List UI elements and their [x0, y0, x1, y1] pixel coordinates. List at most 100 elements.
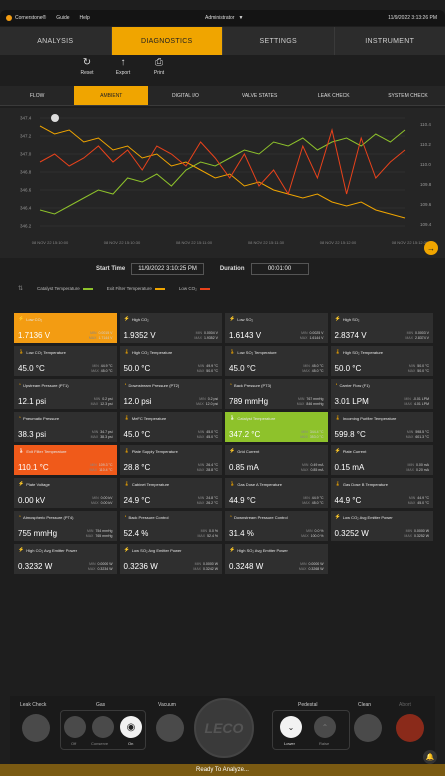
sensor-tile[interactable]: 🌡 High CO₂ Temperature 50.0 °C MIN 49.9 °C MA… [119, 346, 222, 376]
sensor-tile[interactable]: ⚡ Plate Voltage 0.00 kV MIN 0.00 kV MAX 0.00 k… [14, 478, 117, 508]
sensor-tile[interactable]: ◔ Back Pressure Control 52.4 % MIN 0.0 % MAX 5… [119, 511, 222, 541]
sensor-label: Back Pressure (PT3) [234, 382, 272, 388]
sensor-tile[interactable]: ◔ Atmospheric Pressure (PT4) 755 mmHg MIN 75… [14, 511, 117, 541]
sensor-tile[interactable]: 🌡 Low SO₂ Temperature 45.0 °C MIN 45.0 °C MAX… [225, 346, 328, 376]
sensor-name: 🌡 High SO₂ Temperature [335, 349, 430, 355]
clean-button[interactable] [354, 714, 382, 742]
subtab-digital-io[interactable]: DIGITAL I/O [148, 86, 222, 105]
tab-settings[interactable]: SETTINGS [223, 27, 335, 55]
min-label: MIN [197, 430, 205, 434]
duration-field[interactable]: 00:01:00 [250, 263, 309, 275]
min-value: 44.9 °C [100, 364, 113, 368]
sensor-value: 45.0 °C [18, 364, 45, 373]
tab-instrument[interactable]: INSTRUMENT [335, 27, 445, 55]
x-tick-label: 08 NOV 22 15:10:00 [31, 240, 69, 245]
legend-label: Low CO₂ [178, 286, 197, 291]
guide-link[interactable]: Guide [56, 15, 69, 21]
sensor-label: Incoming Purifier Temperature [342, 415, 397, 421]
abort-button[interactable] [396, 714, 424, 742]
cornerstone-logo-icon [6, 15, 12, 21]
raise-button[interactable]: ⌃ [314, 716, 336, 738]
tab-diagnostics[interactable]: DIAGNOSTICS [111, 27, 223, 55]
sensor-name: 🌡 Low CO₂ Temperature [18, 349, 113, 355]
sensor-tile[interactable]: ⚡ Plate Current 0.15 mA MIN 0.00 mA MAX 0.20 m… [330, 445, 433, 475]
sensor-tile[interactable]: ⚡ High SO₂ Avg Emitter Power 0.3248 W MIN 0.… [225, 544, 328, 574]
sensor-tile[interactable]: 🌡 Gas Dose B Temperature 44.9 °C MIN 44.9 °C… [330, 478, 433, 508]
subtab-flow[interactable]: FLOW [0, 86, 74, 105]
export-button[interactable]: ↑ Export [112, 58, 134, 77]
sensor-tile[interactable]: 🌡 High SO₂ Temperature 50.0 °C MIN 50.0 °C MA… [330, 346, 433, 376]
sensor-tile[interactable]: 🌡 MeFC Temperature 45.0 °C MIN 45.0 °C MAX 45.… [119, 412, 222, 442]
sensor-tile[interactable]: ⚡ High SO₂ 2.8374 V MIN 0.0003 V MAX 2.8374 V [330, 313, 433, 343]
therm-icon: 🌡 [18, 448, 25, 454]
sensor-tile[interactable]: ⚡ High CO₂ Avg Emitter Power 0.3232 W MIN 0.… [14, 544, 117, 574]
sensor-value: 0.3248 W [229, 562, 264, 571]
sensor-label: Plate Supply Temperature [131, 448, 178, 454]
sensor-tile[interactable]: ◔ Upstream Pressure (PT1) 12.1 psi MIN 0.2 p… [14, 379, 117, 409]
sensor-minmax: MIN 0.2 psi MAX 12.0 psi [196, 397, 218, 406]
sensor-value: 3.01 LPM [334, 397, 369, 406]
tab-analysis[interactable]: ANALYSIS [0, 27, 112, 55]
min-label: MIN [92, 364, 99, 368]
min-label: MIN [404, 397, 411, 401]
legend-item[interactable]: Exit Filter Temperature [107, 286, 165, 291]
sensor-tile[interactable]: 🌡 Gas Dose A Temperature 44.9 °C MIN 44.9 °C… [225, 478, 328, 508]
sensor-label: Low CO₂ Temperature [26, 349, 66, 355]
sensor-tile[interactable]: 🌡 Plate Supply Temperature 28.8 °C MIN 26.4 … [119, 445, 222, 475]
sensor-tile[interactable]: 🌡 Catalyst Temperature 347.2 °C MIN 344.4 °C… [225, 412, 328, 442]
legend-item[interactable]: Low CO₂ [179, 286, 210, 291]
legend-item[interactable]: Catalyst Temperature [37, 286, 93, 291]
sensor-tile[interactable]: ◔ Carrier Flow (F1) 3.01 LPM MIN -0.01 LPM MA… [330, 379, 433, 409]
max-value: 50.0 °C [206, 368, 218, 373]
min-value: 0.2 psi [102, 397, 113, 401]
subtab-system-check[interactable]: SYSTEM CHECK [371, 86, 445, 105]
chart-next-button[interactable]: → [424, 241, 438, 255]
sensor-tile[interactable]: ◔ Pneumatic Pressure 38.3 psi MIN 34.7 psi MA… [14, 412, 117, 442]
help-link[interactable]: Help [80, 15, 90, 21]
reset-button[interactable]: ↻ Reset [76, 58, 98, 77]
leak-check-button[interactable] [22, 714, 50, 742]
gas-off-button[interactable] [64, 716, 86, 738]
min-label: MIN [197, 364, 205, 368]
max-value: 765 mmHg [95, 533, 113, 538]
gas-on-button[interactable]: ◉ [120, 716, 142, 738]
sensor-value: 755 mmHg [18, 529, 58, 538]
sensor-name: 🌡 Gas Dose B Temperature [335, 481, 430, 487]
sensor-tile[interactable]: ◔ Back Pressure (PT3) 789 mmHg MIN 767 mmHg M… [225, 379, 328, 409]
y-tick-label: 346.2 [20, 224, 32, 229]
subtab-ambient[interactable]: AMBIENT [74, 86, 149, 105]
min-label: MIN [86, 529, 94, 533]
notification-bell-icon[interactable]: 🔔 [423, 750, 437, 764]
sensor-label: Grid Current [237, 448, 260, 454]
sensor-tile[interactable]: 🌡 Incoming Purifier Temperature 599.8 °C MI… [330, 412, 433, 442]
subtab-valve-states[interactable]: VALVE STATES [223, 86, 297, 105]
legend-drag-icon[interactable]: ⇅ [18, 285, 23, 292]
max-label: MAX [90, 434, 99, 439]
sensor-tile[interactable]: ⚡ Low CO₂ Avg Emitter Power 0.3252 W MIN 0.0… [330, 511, 433, 541]
start-time-field[interactable]: 11/9/2022 3:10:25 PM [131, 263, 204, 275]
sensor-tile[interactable]: 🌡 Exit Filter Temperature 110.1 °C MIN 109.3… [14, 445, 117, 475]
sensor-tile[interactable]: ◔ Downstream Pressure (PT2) 12.0 psi MIN 0.2… [119, 379, 222, 409]
gas-conserve-button[interactable] [92, 716, 114, 738]
sensor-tile[interactable]: ⚡ Low CO₂ 1.7136 V MIN 0.0015 V MAX 1.7144 V [14, 313, 117, 343]
vacuum-button[interactable] [156, 714, 184, 742]
sensor-tile[interactable]: 🌡 Cabinet Temperature 24.9 °C MIN 24.8 °C MAX… [119, 478, 222, 508]
print-button[interactable]: ⎙ Print [148, 58, 170, 77]
sensor-tile[interactable]: ⚡ Low SO₂ Avg Emitter Power 0.3236 W MIN 0.0… [119, 544, 222, 574]
ambient-chart[interactable]: 347.4 347.2 347.0 346.8 346.6 346.4 346.2 110.4… [0, 108, 445, 258]
leco-analyze-button[interactable]: LECO [194, 698, 254, 758]
max-value: 38.3 psi [100, 434, 113, 439]
sensor-tile[interactable]: ⚡ Grid Current 0.85 mA MIN 0.49 mA MAX 0.85 mA [225, 445, 328, 475]
sensor-minmax: MIN 26.4 °C MAX 28.8 °C [197, 463, 218, 472]
sensor-value: 0.3232 W [18, 562, 53, 571]
max-label: MAX [91, 368, 99, 373]
sensor-tile[interactable]: ◔ Downstream Pressure Control 31.4 % MIN 0.0… [225, 511, 328, 541]
chart-cursor-handle[interactable] [51, 114, 59, 122]
subtab-leak-check[interactable]: LEAK CHECK [297, 86, 371, 105]
sensor-tile[interactable]: ⚡ High CO₂ 1.9352 V MIN 0.0004 V MAX 1.9352 V [119, 313, 222, 343]
lower-button[interactable]: ⌄ [280, 716, 302, 738]
max-label: MAX [89, 467, 98, 472]
user-menu[interactable]: Administrator ▼ [205, 15, 243, 21]
sensor-tile[interactable]: ⚡ Low SO₂ 1.6143 V MIN 0.0025 V MAX 1.6144 V [225, 313, 328, 343]
sensor-tile[interactable]: 🌡 Low CO₂ Temperature 45.0 °C MIN 44.9 °C MAX… [14, 346, 117, 376]
